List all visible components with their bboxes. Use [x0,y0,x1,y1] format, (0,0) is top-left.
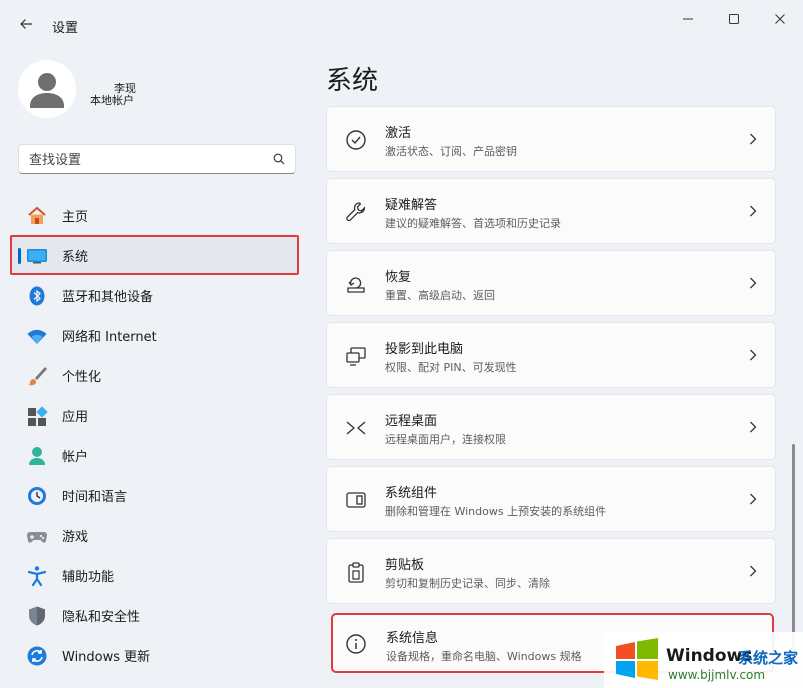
card-description: 激活状态、订阅、产品密钥 [385,145,517,158]
sidebar-item-apps[interactable]: 应用 [12,396,298,434]
brush-icon [26,365,48,387]
card-description: 权限、配对 PIN、可发现性 [385,361,517,374]
sidebar-item-gaming[interactable]: 游戏 [12,516,298,554]
app-title: 设置 [52,21,79,36]
sidebar-item-label: 时间和语言 [62,489,128,505]
sidebar-item-home[interactable]: 主页 [12,196,298,234]
sidebar-item-system[interactable]: 系统 [10,235,299,275]
sidebar-item-personalization[interactable]: 个性化 [12,356,298,394]
card-title: 疑难解答 [385,198,438,213]
windows-logo-icon [616,638,658,680]
sidebar-item-privacy[interactable]: 隐私和安全性 [12,596,298,634]
page-title: 系统 [326,66,379,96]
projection-icon [345,345,367,367]
sidebar-item-label: 辅助功能 [62,569,115,585]
sidebar-item-network[interactable]: 网络和 Internet [12,316,298,354]
setting-card-projection[interactable]: 投影到此电脑 权限、配对 PIN、可发现性 [326,322,776,388]
user-profile[interactable]: 李现 本地帐户 [18,60,288,120]
title-bar: 设置 [0,0,803,48]
chevron-right-icon [750,133,757,145]
card-description: 重置、高级启动、返回 [385,289,495,302]
minimize-button[interactable] [668,8,708,30]
accessibility-icon [26,565,48,587]
card-description: 远程桌面用户，连接权限 [385,433,506,446]
gamepad-icon [26,525,48,547]
sidebar-item-label: 应用 [62,409,89,425]
search-icon [273,153,285,165]
card-description: 设备规格，重命名电脑、Windows 规格 [386,650,582,663]
sidebar-item-time-language[interactable]: 时间和语言 [12,476,298,514]
maximize-button[interactable] [714,8,754,30]
chevron-right-icon [750,493,757,505]
watermark-brand-cn: 系统之家 [738,649,799,667]
sidebar-item-label: 蓝牙和其他设备 [62,289,154,305]
card-title: 恢复 [385,270,412,285]
chevron-right-icon [750,205,757,217]
sidebar-item-label: 网络和 Internet [62,329,157,345]
card-title: 剪贴板 [385,558,425,573]
back-arrow-icon [20,19,32,29]
card-title: 激活 [385,126,412,141]
sidebar-item-bluetooth[interactable]: 蓝牙和其他设备 [12,276,298,314]
close-button[interactable] [760,8,800,30]
update-icon [26,645,48,667]
card-description: 删除和管理在 Windows 上预安装的系统组件 [385,505,607,518]
account-icon [26,445,48,467]
sidebar-item-windows-update[interactable]: Windows 更新 [12,636,298,674]
wrench-icon [345,201,367,223]
globe-clock-icon [26,485,48,507]
chevron-right-icon [750,277,757,289]
setting-card-recovery[interactable]: 恢复 重置、高级启动、返回 [326,250,776,316]
sidebar-item-label: 隐私和安全性 [62,609,141,625]
recovery-icon [345,273,367,295]
search-box[interactable] [18,144,296,174]
card-description: 建议的疑难解答、首选项和历史记录 [385,217,561,230]
selection-indicator [18,248,21,264]
check-circle-icon [345,129,367,151]
card-title: 系统信息 [386,631,439,646]
card-description: 剪切和复制历史记录、同步、清除 [385,577,550,590]
back-button[interactable] [14,12,38,36]
components-icon [345,489,367,511]
shield-icon [26,605,48,627]
chevron-right-icon [750,565,757,577]
clipboard-icon [345,561,367,583]
home-icon [26,205,48,227]
sidebar-item-label: 帐户 [62,449,89,465]
apps-icon [26,405,48,427]
chevron-right-icon [750,421,757,433]
wifi-icon [26,325,48,347]
search-input[interactable] [29,151,259,169]
setting-card-activation[interactable]: 激活 激活状态、订阅、产品密钥 [326,106,776,172]
card-title: 系统组件 [385,486,438,501]
sidebar-item-accounts[interactable]: 帐户 [12,436,298,474]
scrollbar-thumb[interactable] [792,444,795,664]
sidebar-item-label: 游戏 [62,529,89,545]
bluetooth-icon [26,285,48,307]
info-icon [345,633,367,655]
watermark: Windows 系统之家 www.bjjmlv.com [604,632,803,688]
sidebar-item-label: 主页 [62,209,89,225]
card-title: 投影到此电脑 [385,342,464,357]
account-type: 本地帐户 [90,94,134,107]
system-icon [26,244,48,266]
watermark-url: www.bjjmlv.com [668,668,766,682]
sidebar-item-label: Windows 更新 [62,649,151,665]
sidebar-item-label: 系统 [62,249,89,265]
remote-desktop-icon [345,417,367,439]
sidebar-item-accessibility[interactable]: 辅助功能 [12,556,298,594]
setting-card-troubleshoot[interactable]: 疑难解答 建议的疑难解答、首选项和历史记录 [326,178,776,244]
close-icon [775,14,785,24]
maximize-icon [729,14,739,24]
avatar [18,60,76,118]
person-icon [30,73,64,108]
chevron-right-icon [750,349,757,361]
sidebar-item-label: 个性化 [62,369,102,385]
card-title: 远程桌面 [385,414,438,429]
setting-card-clipboard[interactable]: 剪贴板 剪切和复制历史记录、同步、清除 [326,538,776,604]
setting-card-system-components[interactable]: 系统组件 删除和管理在 Windows 上预安装的系统组件 [326,466,776,532]
minimize-icon [683,18,693,20]
setting-card-remote-desktop[interactable]: 远程桌面 远程桌面用户，连接权限 [326,394,776,460]
